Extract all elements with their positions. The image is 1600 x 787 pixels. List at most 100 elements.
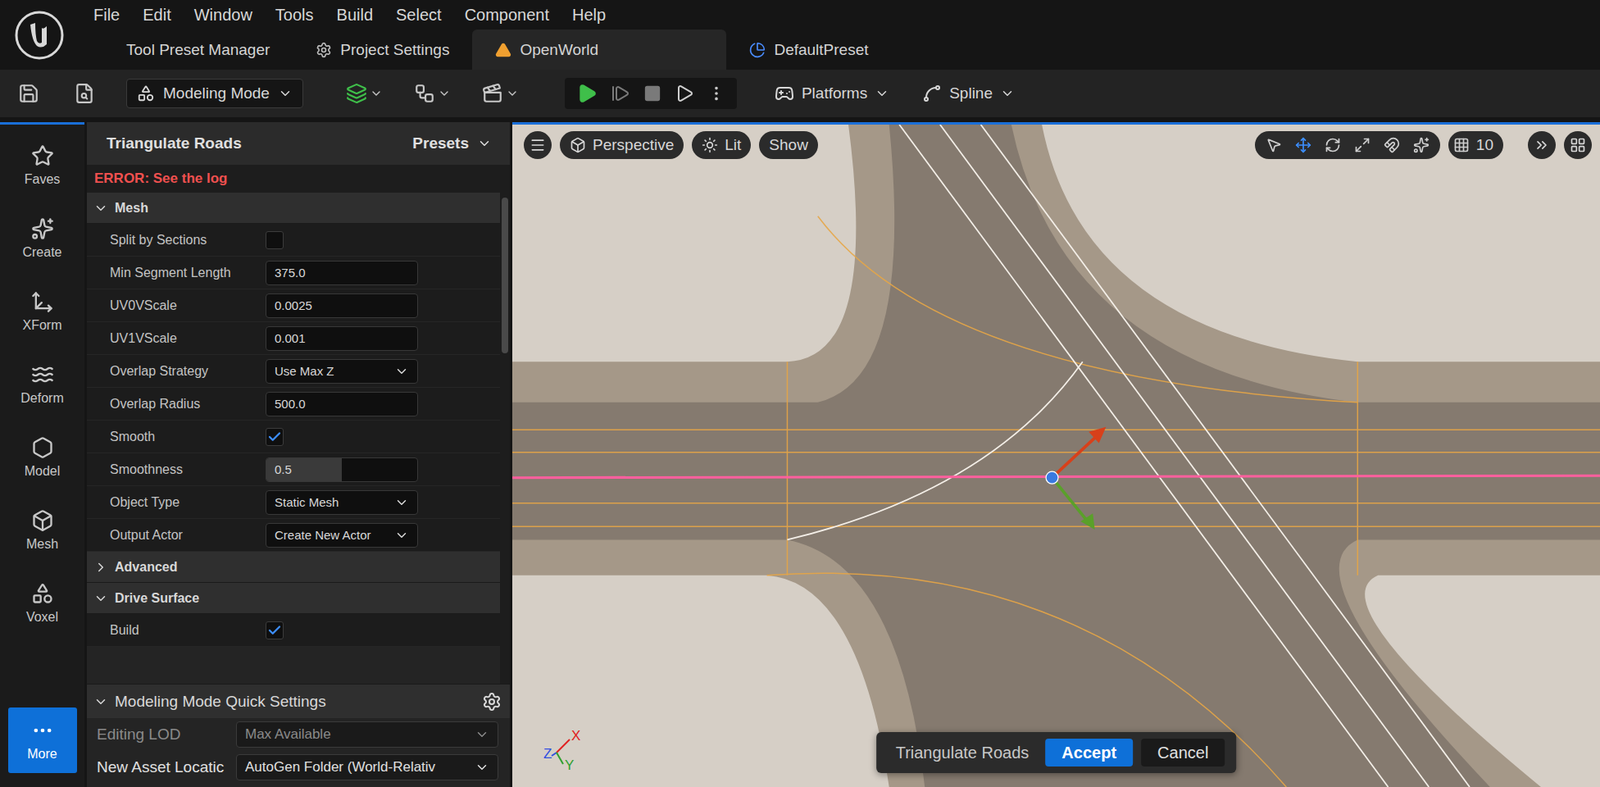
menu-item[interactable]: Build: [325, 5, 385, 25]
platforms-icon: [774, 83, 795, 104]
number-field[interactable]: 0.001: [265, 326, 419, 351]
settings-icon: [315, 41, 332, 59]
x-arrow-icon[interactable]: [1088, 427, 1106, 444]
sidebar-item[interactable]: XForm: [8, 278, 78, 345]
menu-item[interactable]: Select: [384, 5, 454, 25]
play-button[interactable]: [576, 82, 598, 105]
play-icon: [576, 82, 598, 105]
snap-settings-button[interactable]: [1407, 132, 1436, 158]
sidebar-item[interactable]: Mesh: [8, 497, 78, 564]
slider-field[interactable]: 0.5: [265, 457, 419, 482]
platforms-button[interactable]: Platforms: [774, 83, 890, 104]
lighting-button[interactable]: Lit: [691, 131, 751, 160]
spline-button[interactable]: Spline: [922, 83, 1015, 104]
z-handle-icon[interactable]: [1045, 471, 1059, 484]
browse-button[interactable]: [73, 82, 96, 105]
transform-tool-button[interactable]: [1289, 132, 1318, 158]
number-field[interactable]: 375.0: [265, 260, 419, 286]
star-icon: [31, 144, 55, 168]
main-toolbar: Modeling Mode Platforms Spline: [0, 69, 1600, 118]
section-header[interactable]: Drive Surface: [86, 582, 500, 614]
panel-header: Triangulate Roads Presets: [86, 122, 510, 165]
document-tab[interactable]: OpenWorld: [472, 29, 727, 70]
save-button[interactable]: [18, 82, 40, 105]
show-button[interactable]: Show: [759, 131, 819, 160]
check-icon: [267, 429, 282, 445]
menu-item[interactable]: Tools: [263, 5, 326, 25]
stop-button[interactable]: [643, 84, 662, 103]
menu-item[interactable]: Help: [560, 5, 618, 25]
menu-item[interactable]: File: [81, 5, 132, 25]
play-options-button[interactable]: [707, 84, 726, 103]
add-actor-button[interactable]: [345, 82, 383, 105]
sidebar-item[interactable]: Model: [8, 424, 78, 491]
document-tab[interactable]: Tool Preset Manager: [103, 29, 293, 70]
logo-cell: [0, 0, 79, 70]
surface-snap-button[interactable]: [1377, 132, 1406, 158]
layout-icon: [1569, 136, 1587, 154]
transform-tool-button[interactable]: [1348, 132, 1377, 158]
cancel-button[interactable]: Cancel: [1140, 738, 1225, 767]
expand-toolbar-button[interactable]: [1527, 131, 1556, 160]
viewport-toolbar: PerspectiveLit Show 10: [523, 131, 1592, 160]
dropdown[interactable]: Create New Actor: [265, 522, 419, 548]
sidebar-item[interactable]: Faves: [8, 132, 78, 199]
scroll-thumb[interactable]: [501, 197, 509, 354]
quick-settings-header[interactable]: Modeling Mode Quick Settings: [86, 683, 510, 719]
sidebar-item[interactable]: Voxel: [8, 570, 78, 637]
sidebar-item[interactable]: Deform: [8, 351, 78, 418]
tool-name: Triangulate Roads: [895, 743, 1030, 763]
menu-item[interactable]: Window: [182, 5, 264, 25]
transform-tool-button[interactable]: [1318, 132, 1347, 158]
viewport-menu-button[interactable]: [523, 131, 552, 160]
property-row: Overlap Radius500.0: [86, 387, 500, 421]
viewport[interactable]: PerspectiveLitShow10XZYTriangulate Roads…: [512, 122, 1600, 787]
y-arrow-icon[interactable]: [1080, 513, 1095, 530]
mode-dropdown[interactable]: Modeling Mode: [126, 78, 304, 109]
property-value: [259, 427, 500, 446]
transform-gizmo[interactable]: [1045, 427, 1106, 530]
step-button[interactable]: [610, 83, 631, 104]
dropdown[interactable]: Use Max Z: [265, 359, 419, 384]
cinematics-button[interactable]: [481, 82, 519, 105]
property-label: Overlap Strategy: [86, 363, 260, 379]
blueprint-button[interactable]: [413, 82, 451, 105]
property-value: 375.0: [259, 260, 500, 286]
property-row: Overlap Strategy Use Max Z: [86, 354, 500, 388]
menu-item[interactable]: Component: [453, 5, 561, 25]
level-icon: [495, 41, 512, 59]
checkbox[interactable]: [265, 231, 284, 250]
presets-button[interactable]: Presets: [412, 134, 492, 153]
step-icon: [610, 83, 631, 104]
deform-icon: [31, 363, 55, 387]
layout-button[interactable]: [1563, 131, 1592, 160]
document-tab[interactable]: Project Settings: [292, 29, 473, 70]
quick-setting-dropdown[interactable]: AutoGen Folder (World-Relativ: [236, 754, 499, 781]
property-value: Use Max Z: [259, 359, 500, 384]
section-header[interactable]: Advanced: [86, 551, 500, 583]
road-network: [512, 124, 1600, 787]
section-header[interactable]: Mesh: [86, 192, 500, 224]
accept-button[interactable]: Accept: [1045, 738, 1133, 767]
grid-snap[interactable]: 10: [1448, 131, 1504, 160]
checkbox[interactable]: [265, 427, 284, 446]
view-mode-button[interactable]: Perspective: [559, 131, 684, 160]
dropdown[interactable]: Static Mesh: [265, 490, 419, 515]
checkbox[interactable]: [265, 621, 284, 640]
document-tab[interactable]: DefaultPreset: [726, 29, 891, 70]
chevron-down-icon: [874, 86, 890, 101]
quick-setting-row: Editing LODMax Available: [86, 718, 510, 751]
unreal-logo-icon[interactable]: [13, 9, 65, 61]
number-field[interactable]: 0.0025: [265, 293, 419, 319]
menu-item[interactable]: Edit: [131, 5, 182, 25]
number-field[interactable]: 500.0: [265, 391, 419, 417]
transform-tool-button[interactable]: [1259, 132, 1288, 158]
sidebar-item[interactable]: Create: [8, 205, 78, 272]
chevron-down-icon: [394, 495, 410, 510]
chevron-down-icon: [505, 86, 519, 100]
eject-button[interactable]: [674, 83, 695, 104]
panel-title: Triangulate Roads: [106, 134, 242, 153]
gear-icon[interactable]: [481, 691, 502, 712]
sidebar-item[interactable]: More: [8, 707, 78, 773]
road-asphalt: [512, 124, 1600, 787]
